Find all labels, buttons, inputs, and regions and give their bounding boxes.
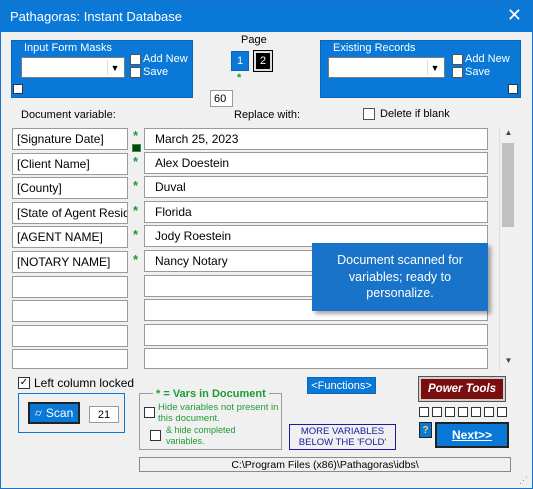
record-checkbox[interactable] — [497, 407, 507, 417]
variable-field[interactable]: [AGENT NAME] — [12, 226, 128, 248]
record-checkbox[interactable] — [471, 407, 481, 417]
window-title: Pathagoras: Instant Database — [10, 9, 183, 24]
path-status-bar: C:\Program Files (x86)\Pathagoras\idbs\ — [139, 457, 511, 472]
power-tools-button[interactable]: Power Tools — [418, 376, 506, 402]
chevron-down-icon: ▼ — [427, 60, 442, 75]
left-column-locked-checkbox[interactable]: ✓ Left column locked — [18, 376, 134, 390]
functions-button[interactable]: <Functions> — [307, 377, 376, 394]
instant-database-window: Pathagoras: Instant Database ✕ Input For… — [0, 0, 533, 489]
in-document-marker: * — [133, 178, 139, 193]
in-document-marker: * — [133, 128, 139, 143]
hide-not-present-checkbox[interactable] — [144, 407, 155, 418]
page-2-button[interactable]: 2 — [253, 50, 273, 72]
scan-status-tooltip: Document scanned for variables; ready to… — [312, 243, 488, 311]
scroll-down-icon[interactable]: ▼ — [502, 356, 515, 370]
scroll-up-icon[interactable]: ▲ — [502, 128, 515, 142]
vars-in-document-title: * = Vars in Document — [153, 388, 269, 400]
variable-field[interactable] — [12, 300, 128, 322]
replacement-field[interactable]: March 25, 2023 — [144, 128, 488, 150]
page-star: * — [237, 72, 242, 84]
in-document-marker: * — [133, 252, 139, 267]
replacement-field[interactable]: Florida — [144, 201, 488, 223]
help-button[interactable]: ? — [419, 422, 432, 438]
variable-field[interactable] — [12, 349, 128, 369]
existing-records-group: Existing Records ▼ Add New Save — [320, 40, 521, 98]
page-count-field[interactable]: 60 — [210, 90, 233, 107]
replace-with-header: Replace with: — [234, 109, 301, 121]
variable-field[interactable] — [12, 276, 128, 298]
delete-if-blank-checkbox[interactable]: Delete if blank — [363, 108, 450, 120]
hide-completed-checkbox[interactable] — [150, 430, 161, 441]
variable-field[interactable]: [State of Agent Residence] — [12, 202, 128, 224]
record-checkbox[interactable] — [419, 407, 429, 417]
input-form-masks-dropdown[interactable]: ▼ — [21, 57, 125, 78]
page-1-button[interactable]: 1 — [231, 51, 249, 71]
binoculars-icon: ⌭ — [34, 407, 42, 419]
hide-completed-label: & hide completed variables. — [166, 425, 236, 446]
check-icon: ✓ — [18, 377, 30, 389]
input-save-checkbox[interactable]: Save — [130, 66, 168, 78]
records-add-new-checkbox[interactable]: Add New — [452, 53, 510, 65]
document-variable-header: Document variable: — [21, 109, 116, 121]
rows-scrollbar[interactable]: ▲ ▼ — [499, 127, 516, 371]
help-icon: ? — [422, 424, 429, 436]
variable-field[interactable]: [Signature Date] — [12, 128, 128, 150]
input-form-masks-group: Input Form Masks ▼ Add New Save — [11, 40, 193, 98]
scroll-thumb[interactable] — [502, 143, 514, 227]
variable-field[interactable]: [County] — [12, 177, 128, 199]
existing-records-dropdown[interactable]: ▼ — [328, 57, 445, 78]
record-checkbox[interactable] — [484, 407, 494, 417]
more-variables-note: MORE VARIABLES BELOW THE 'FOLD' — [289, 424, 396, 450]
record-checkbox[interactable] — [445, 407, 455, 417]
record-checkbox[interactable] — [458, 407, 468, 417]
scan-button[interactable]: ⌭ Scan — [28, 402, 80, 424]
next-button[interactable]: Next>> — [435, 422, 509, 448]
existing-records-small-checkbox[interactable] — [508, 84, 518, 94]
page-label: Page — [241, 34, 267, 46]
replacement-field[interactable] — [144, 348, 488, 369]
replacement-field[interactable]: Duval — [144, 176, 488, 198]
hide-not-present-label: Hide variables not present in this docum… — [158, 402, 279, 424]
in-document-marker: * — [133, 203, 139, 218]
variable-field[interactable] — [12, 325, 128, 347]
active-row-indicator — [132, 144, 141, 152]
replacement-field[interactable] — [144, 324, 488, 346]
title-bar: Pathagoras: Instant Database ✕ — [1, 1, 532, 32]
in-document-marker: * — [133, 227, 139, 242]
resize-grip-icon[interactable]: ⋰ — [519, 475, 529, 485]
in-document-marker: * — [133, 154, 139, 169]
record-selector-checkboxes — [419, 407, 507, 417]
input-add-new-checkbox[interactable]: Add New — [130, 53, 188, 65]
scan-count-field: 21 — [89, 406, 119, 423]
records-save-checkbox[interactable]: Save — [452, 66, 490, 78]
input-form-masks-small-checkbox[interactable] — [13, 84, 23, 94]
variable-field[interactable]: [NOTARY NAME] — [12, 251, 128, 273]
record-checkbox[interactable] — [432, 407, 442, 417]
chevron-down-icon: ▼ — [107, 60, 122, 75]
close-icon[interactable]: ✕ — [507, 6, 522, 24]
replacement-field[interactable]: Alex Doestein — [144, 152, 488, 174]
variable-field[interactable]: [Client Name] — [12, 153, 128, 175]
